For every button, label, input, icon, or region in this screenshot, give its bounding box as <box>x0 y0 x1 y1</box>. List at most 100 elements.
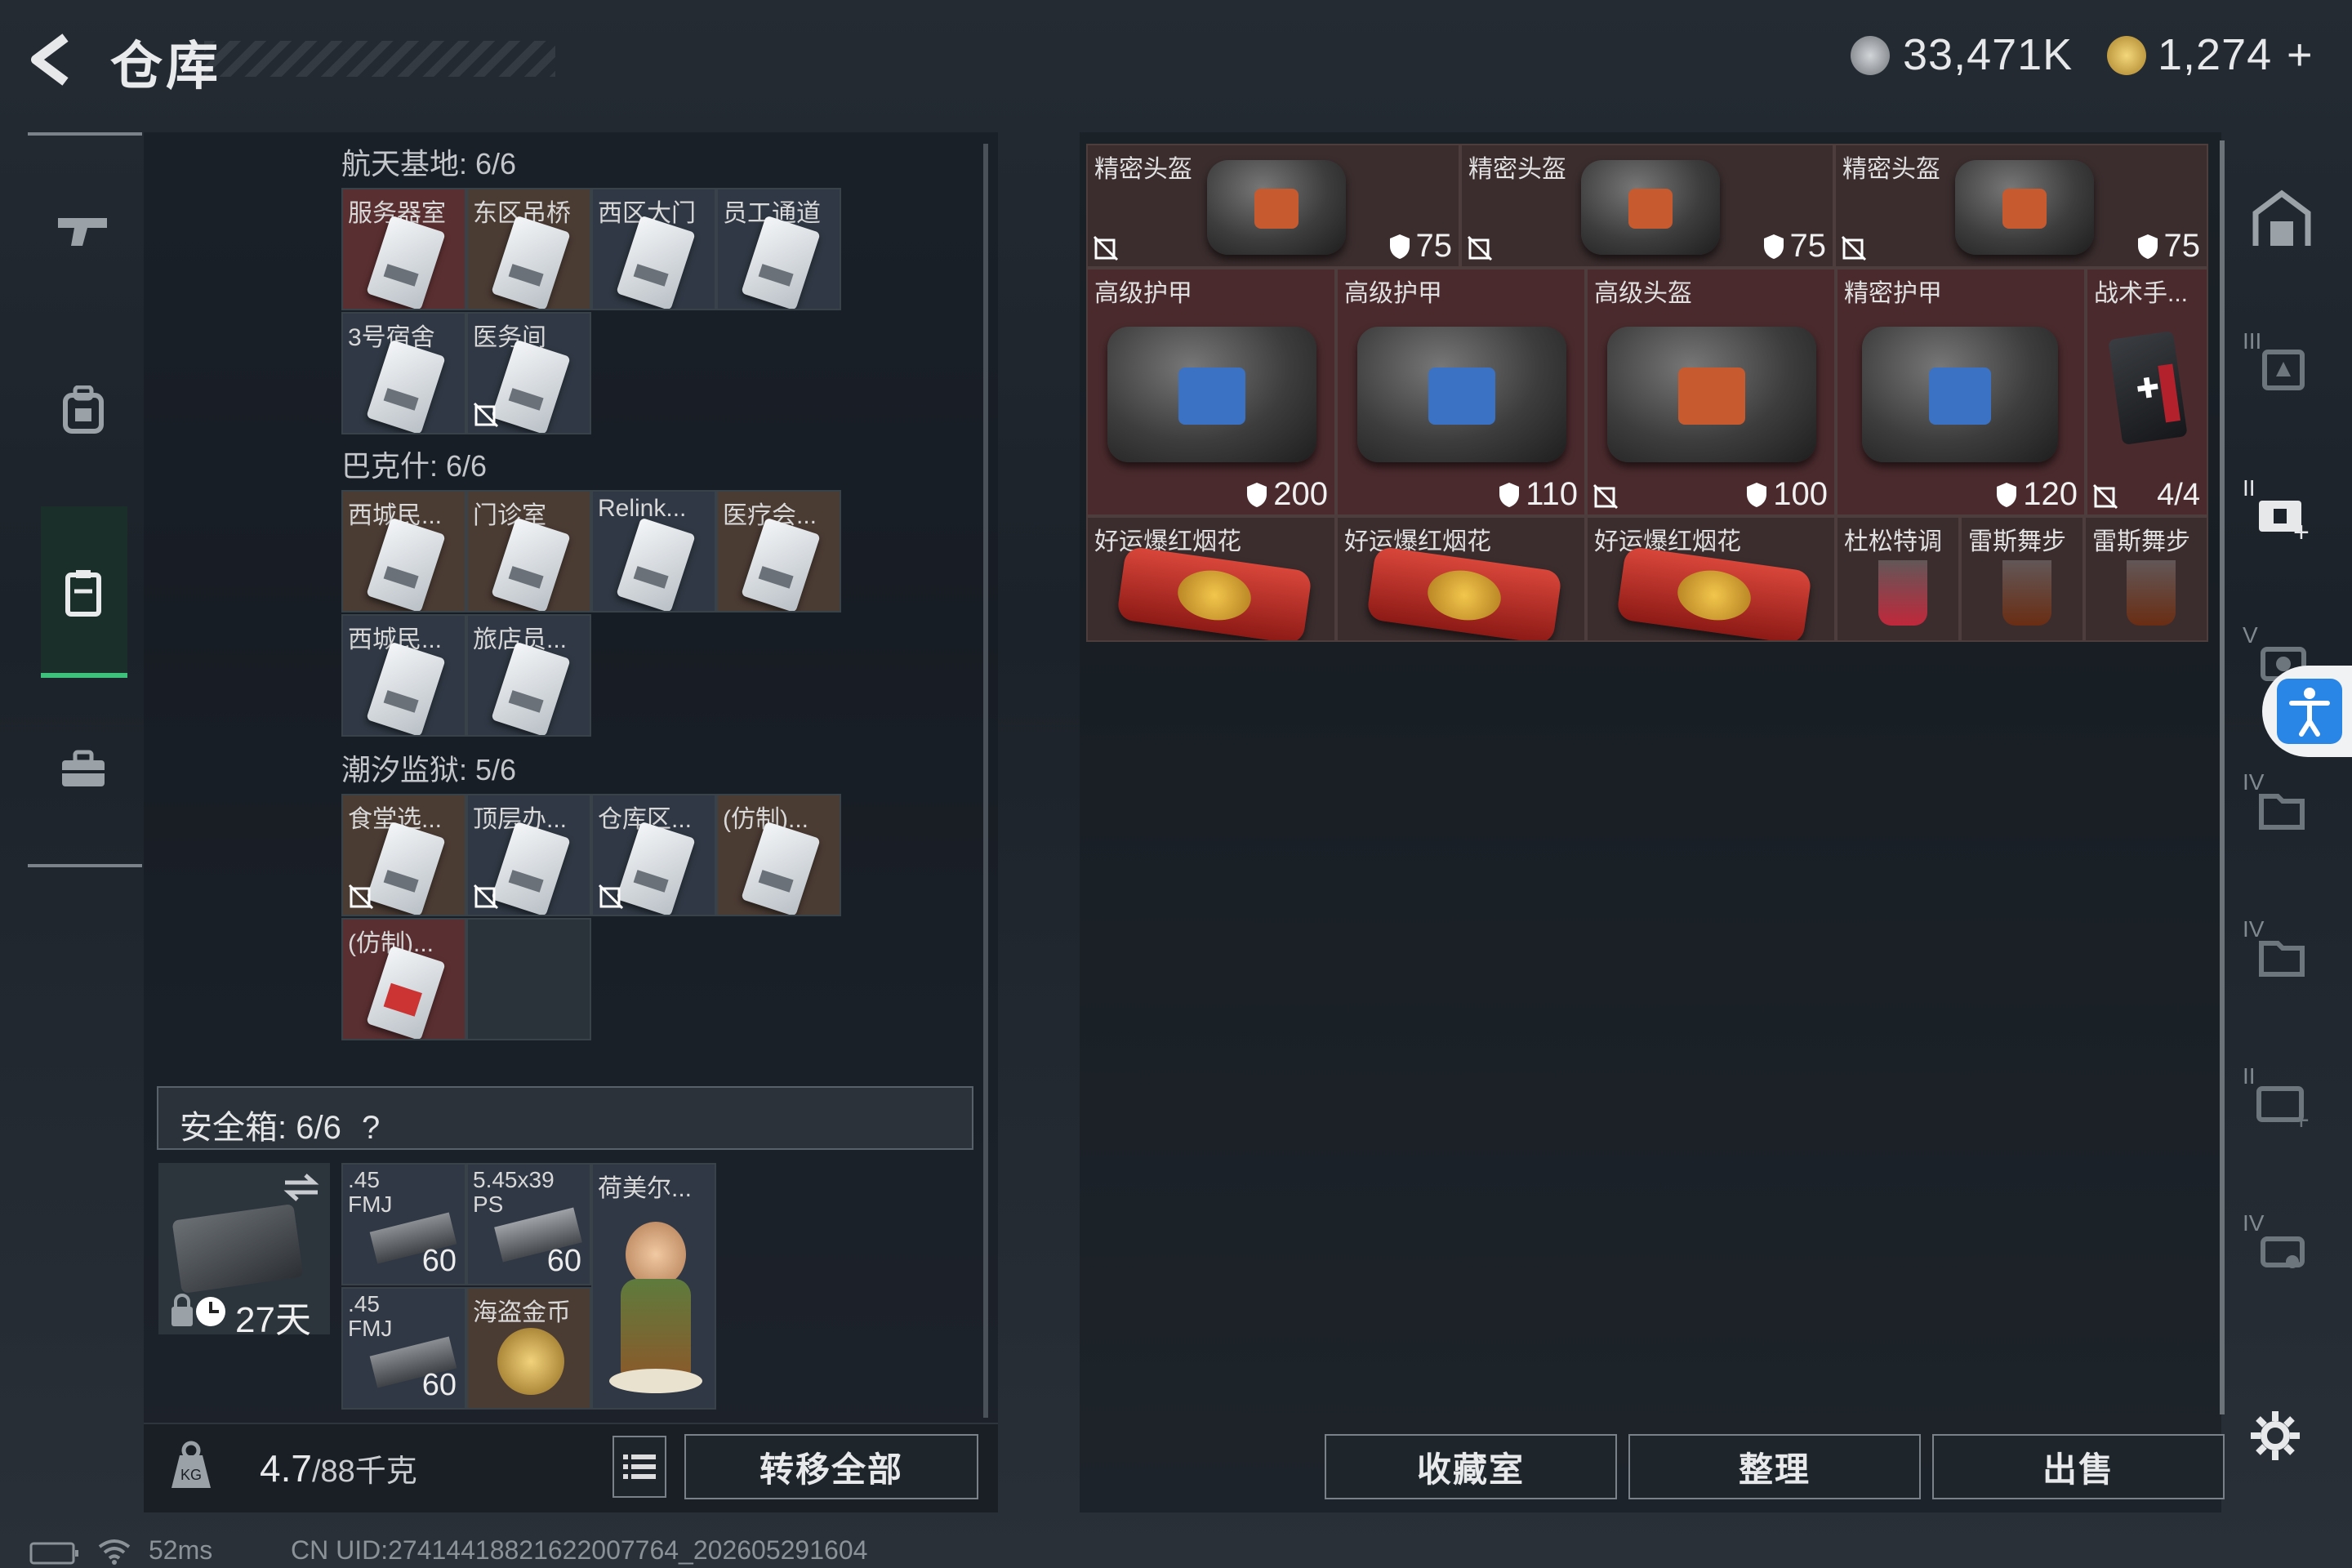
keycard-item[interactable]: Relink... <box>591 490 716 612</box>
currency-gold: 1,274 <box>2158 30 2273 79</box>
help-icon[interactable]: ? <box>362 1110 380 1146</box>
svg-text:+: + <box>2293 1105 2310 1129</box>
drink-item[interactable]: 杜松特调 <box>1836 516 1960 642</box>
no-sell-icon <box>2092 483 2118 510</box>
keycard-item[interactable]: 仓库区... <box>591 794 716 916</box>
nav-divider <box>28 132 142 136</box>
keycard-item[interactable]: 旅店员... <box>466 614 591 737</box>
gun-icon[interactable] <box>49 196 118 265</box>
drink-item[interactable]: 雷斯舞步 <box>1960 516 2084 642</box>
figurine-image <box>626 1222 686 1287</box>
battery-icon <box>29 1542 78 1565</box>
list-view-button[interactable] <box>612 1436 666 1498</box>
no-sell-icon <box>473 884 499 910</box>
stash-scrollbar[interactable] <box>983 144 988 1418</box>
settings-gear-icon[interactable] <box>2249 1410 2301 1462</box>
ammo-item[interactable]: .45 FMJ 60 <box>341 1287 466 1410</box>
add-currency-button[interactable]: + <box>2287 29 2314 80</box>
no-sell-icon <box>348 884 374 910</box>
keycard-item[interactable]: 门诊室 <box>466 490 591 612</box>
helmet-item[interactable]: 精密头盔 75 <box>1834 144 2208 268</box>
safe-box-container[interactable]: 27天 <box>158 1163 330 1340</box>
shield-icon <box>1247 482 1267 507</box>
safe-box-header: 安全箱: 6/6 ? <box>157 1086 973 1150</box>
silver-coin-icon <box>1851 36 1890 75</box>
sell-button[interactable]: 出售 <box>1932 1434 2225 1499</box>
ammo-item[interactable]: 5.45x39 PS 60 <box>466 1163 591 1285</box>
no-sell-icon <box>1592 483 1619 510</box>
currency-silver: 33,471K <box>1903 30 2074 79</box>
keycard-item[interactable]: 东区吊桥 <box>466 188 591 310</box>
shield-icon <box>1499 482 1520 507</box>
keycard-item[interactable]: 服务器室 <box>341 188 466 310</box>
swap-icon[interactable] <box>281 1171 322 1204</box>
keycard-item[interactable]: 食堂选... <box>341 794 466 916</box>
inventory-scrollbar[interactable] <box>2220 140 2225 1414</box>
firework-item[interactable]: 好运爆红烟花 <box>1336 516 1586 642</box>
shield-icon <box>1763 234 1784 259</box>
armor-item[interactable]: 高级护甲 200 <box>1086 268 1336 516</box>
top-bar: 仓库 33,471K 1,274 + <box>0 0 2352 122</box>
safe-case-image <box>172 1204 304 1294</box>
no-sell-icon <box>1467 235 1493 261</box>
accessibility-button[interactable] <box>2262 666 2352 757</box>
storage-icon[interactable] <box>49 559 118 627</box>
nav-divider <box>28 864 142 867</box>
keycard-item[interactable]: 医疗会... <box>716 490 841 612</box>
armor-item[interactable]: 高级护甲 110 <box>1336 268 1586 516</box>
keycard-item[interactable]: 医务间 <box>466 312 591 434</box>
helmet-item[interactable]: 高级头盔 100 <box>1586 268 1836 516</box>
toolbox-icon[interactable] <box>49 735 118 804</box>
svg-text:+: + <box>2293 517 2310 541</box>
section-title: 潮汐监狱: 5/6 <box>341 753 517 786</box>
helmet-item[interactable]: 精密头盔 75 <box>1086 144 1460 268</box>
ping-text: 52ms <box>149 1535 213 1565</box>
shield-icon <box>1389 234 1410 259</box>
collection-room-button[interactable]: 收藏室 <box>1325 1434 1617 1499</box>
svg-text:KG: KG <box>180 1467 202 1483</box>
safe-room-icon[interactable] <box>2243 180 2321 258</box>
helmet-item[interactable]: 精密头盔 75 <box>1460 144 1834 268</box>
medical-tier-icon[interactable]: II + <box>2243 1062 2321 1140</box>
empty-slot[interactable] <box>466 918 591 1040</box>
section-title: 航天基地: 6/6 <box>341 147 517 180</box>
section-title: 巴克什: 6/6 <box>341 449 488 483</box>
keycard-item[interactable]: 顶层办... <box>466 794 591 916</box>
medkit-item[interactable]: 战术手... ✚ 4/4 <box>2086 268 2208 516</box>
weight-icon: KG <box>172 1441 211 1488</box>
safe-box-count: 6/6 <box>296 1110 341 1146</box>
drink-item[interactable]: 雷斯舞步 <box>2084 516 2208 642</box>
shield-icon <box>1747 482 1767 507</box>
accessibility-icon <box>2289 688 2330 737</box>
file-tier-icon[interactable]: IV <box>2243 768 2321 846</box>
firework-item[interactable]: 好运爆红烟花 <box>1086 516 1336 642</box>
lock-clock-icon <box>172 1294 225 1326</box>
title-stripe <box>204 41 555 77</box>
medical-tier-icon[interactable]: II + <box>2243 474 2321 552</box>
transfer-all-button[interactable]: 转移全部 <box>684 1434 978 1499</box>
firework-item[interactable]: 好运爆红烟花 <box>1586 516 1836 642</box>
keycard-item[interactable]: 西城民... <box>341 490 466 612</box>
keycard-item[interactable]: (仿制)... <box>341 918 466 1040</box>
medkit-image: ✚ <box>2108 331 2188 445</box>
safe-box-timer: 27天 <box>235 1300 311 1340</box>
figurine-item[interactable]: 荷美尔... <box>591 1163 716 1410</box>
keycard-item[interactable]: 员工通道 <box>716 188 841 310</box>
armor-tier-icon[interactable]: III <box>2243 327 2321 405</box>
no-sell-icon <box>1093 235 1119 261</box>
coin-item[interactable]: 海盗金币 <box>466 1287 591 1410</box>
keycard-item[interactable]: 3号宿舍 <box>341 312 466 434</box>
armor-item[interactable]: 精密护甲 120 <box>1836 268 2086 516</box>
organize-button[interactable]: 整理 <box>1628 1434 1921 1499</box>
back-arrow-icon[interactable] <box>24 31 90 88</box>
keycard-item[interactable]: (仿制)... <box>716 794 841 916</box>
shield-icon <box>1997 482 2017 507</box>
key-tier-icon[interactable]: IV <box>2243 1209 2321 1287</box>
ammo-item[interactable]: .45 FMJ 60 <box>341 1163 466 1285</box>
backpack-icon[interactable] <box>49 376 118 444</box>
page-title: 仓库 <box>110 37 221 96</box>
keycard-item[interactable]: 西城民... <box>341 614 466 737</box>
no-sell-icon <box>598 884 624 910</box>
file-tier-icon[interactable]: IV <box>2243 915 2321 993</box>
keycard-item[interactable]: 西区大门 <box>591 188 716 310</box>
